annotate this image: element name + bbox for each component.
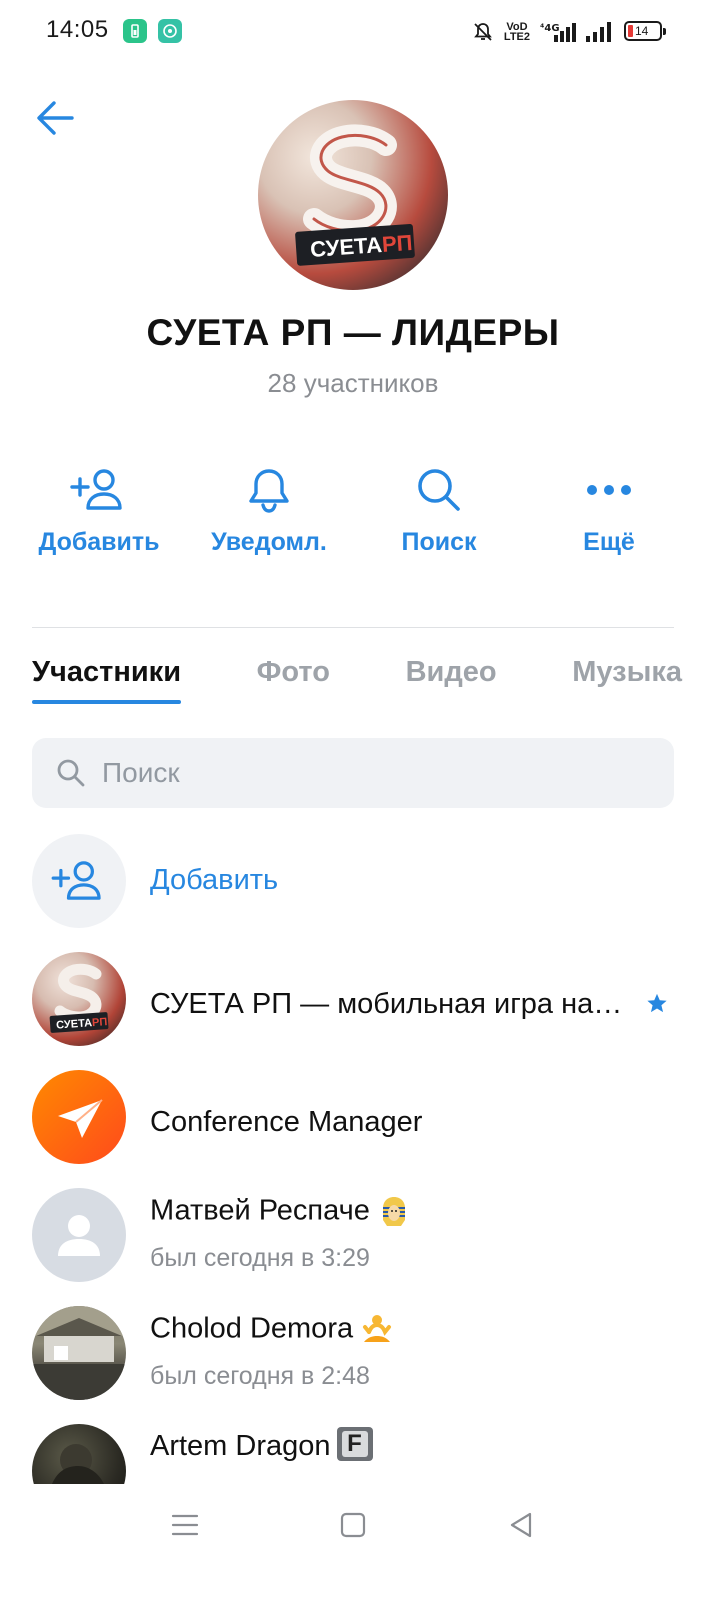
search-action[interactable]: Поиск bbox=[354, 462, 524, 572]
pharaoh-emoji-icon bbox=[382, 1197, 405, 1226]
chat-app-icon bbox=[158, 19, 182, 43]
divider bbox=[32, 627, 674, 628]
back-triangle-icon bbox=[510, 1512, 532, 1538]
list-item[interactable]: Cholod Demora был сегодня в 2:48 bbox=[32, 1306, 692, 1402]
system-navigation-bar bbox=[0, 1484, 720, 1600]
member-name: Artem Dragon F bbox=[150, 1427, 373, 1464]
member-name: Conference Manager bbox=[150, 1106, 423, 1138]
avatar: СУЕТАРП bbox=[32, 952, 126, 1046]
menu-icon bbox=[171, 1514, 199, 1536]
signal-4g-icon: ⁴4G bbox=[540, 23, 576, 42]
battery-indicator: 14 bbox=[624, 21, 666, 41]
menu-nav-button[interactable] bbox=[170, 1510, 200, 1545]
letter-f-emoji-icon: F bbox=[336, 1427, 373, 1462]
members-search-input[interactable]: Поиск bbox=[32, 738, 674, 808]
back-button[interactable] bbox=[34, 98, 76, 138]
add-member-action[interactable]: Добавить bbox=[14, 462, 184, 572]
tab-video[interactable]: Видео bbox=[406, 652, 497, 708]
list-item[interactable]: Conference Manager bbox=[32, 1070, 692, 1166]
add-member-row[interactable]: Добавить bbox=[32, 834, 692, 930]
status-icons: VoD LTE2 ⁴4G bbox=[472, 20, 612, 44]
signal-bars-icon bbox=[586, 22, 611, 42]
tab-bar: Участники Фото Видео Музыка bbox=[32, 652, 682, 708]
search-placeholder: Поиск bbox=[102, 757, 180, 788]
action-bar: Добавить Уведомл. Поиск Ещё bbox=[14, 462, 694, 572]
last-seen: был сегодня в 2:48 bbox=[150, 1362, 370, 1390]
last-seen: был сегодня в 3:29 bbox=[150, 1244, 370, 1272]
mute-bell-icon bbox=[474, 23, 492, 41]
arrow-left-icon bbox=[37, 101, 74, 135]
avatar bbox=[32, 1424, 126, 1484]
member-name: Cholod Demora bbox=[150, 1312, 395, 1348]
avatar bbox=[32, 1306, 126, 1400]
tab-music[interactable]: Музыка bbox=[572, 652, 682, 708]
home-nav-button[interactable] bbox=[338, 1510, 368, 1545]
member-name: СУЕТА РП — мобильная игра на… bbox=[150, 988, 623, 1020]
status-bar: 14:05 VoD LTE2 ⁴4G 14 bbox=[0, 0, 720, 64]
add-member-label: Добавить bbox=[150, 864, 279, 896]
group-avatar[interactable]: СУЕТАРП bbox=[258, 100, 448, 290]
add-user-icon bbox=[70, 469, 122, 510]
battery-saver-app-icon bbox=[123, 19, 147, 43]
tab-photo[interactable]: Фото bbox=[257, 652, 330, 708]
list-item[interactable]: СУЕТАРП СУЕТА РП — мобильная игра на… bbox=[32, 952, 692, 1048]
bell-icon bbox=[249, 469, 289, 513]
lotus-position-emoji-icon bbox=[363, 1315, 392, 1342]
add-member-avatar bbox=[32, 834, 126, 928]
more-icon bbox=[587, 485, 631, 495]
status-time: 14:05 bbox=[46, 16, 109, 43]
search-icon bbox=[57, 759, 85, 787]
avatar bbox=[32, 1188, 126, 1282]
paper-plane-icon bbox=[58, 1099, 103, 1138]
list-item[interactable]: Artem Dragon F bbox=[32, 1424, 692, 1484]
home-square-icon bbox=[340, 1512, 366, 1538]
notifications-action[interactable]: Уведомл. bbox=[184, 462, 354, 572]
group-title: СУЕТА РП — ЛИДЕРЫ bbox=[146, 312, 560, 353]
members-count[interactable]: 28 участников bbox=[0, 368, 706, 399]
more-action[interactable]: Ещё bbox=[524, 462, 694, 572]
search-icon bbox=[418, 469, 460, 511]
avatar bbox=[32, 1070, 126, 1164]
default-user-icon bbox=[58, 1215, 100, 1256]
back-nav-button[interactable] bbox=[506, 1510, 536, 1545]
star-icon bbox=[647, 993, 667, 1013]
tab-members[interactable]: Участники bbox=[32, 652, 182, 708]
network-operator-text: VoD LTE2 bbox=[503, 21, 530, 43]
add-user-icon bbox=[51, 861, 101, 900]
list-item[interactable]: Матвей Респаче был сегодня в 3:29 bbox=[32, 1188, 692, 1284]
svg-text:⁴4G: ⁴4G bbox=[540, 23, 560, 34]
member-name: Матвей Респаче bbox=[150, 1194, 412, 1230]
